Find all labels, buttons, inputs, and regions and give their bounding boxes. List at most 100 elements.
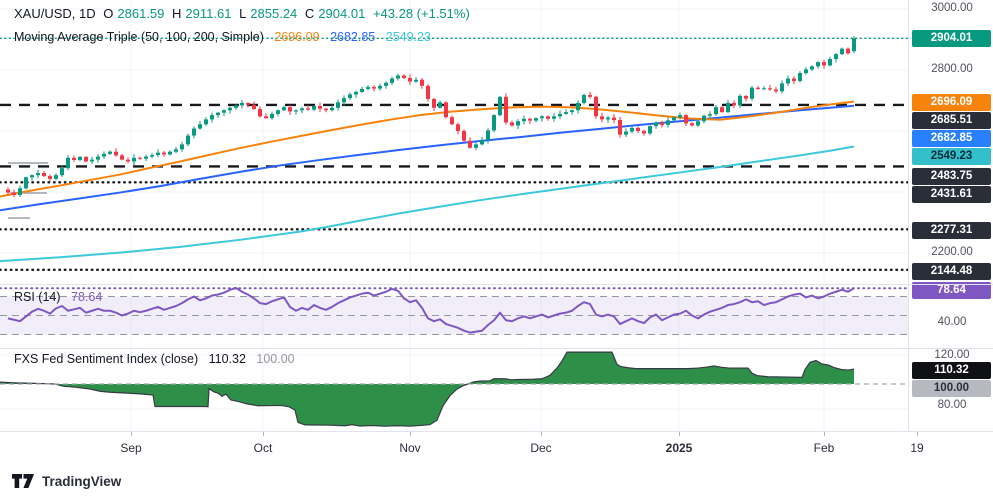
candle-body[interactable] [108, 152, 112, 154]
candle-body[interactable] [408, 78, 412, 82]
candle-body[interactable] [294, 110, 298, 111]
candle-body[interactable] [552, 116, 556, 118]
candle-body[interactable] [600, 116, 604, 119]
candle-body[interactable] [750, 88, 754, 99]
candle-body[interactable] [414, 80, 418, 82]
candle-body[interactable] [570, 110, 574, 112]
candle-body[interactable] [642, 131, 646, 133]
candle-body[interactable] [150, 155, 154, 157]
time-axis[interactable]: SepOctNovDec2025Feb19 [0, 431, 993, 463]
price-axis[interactable]: 3000.002800.002200.0040.00120.0080.00290… [908, 0, 993, 431]
candle-body[interactable] [276, 110, 280, 114]
candle-body[interactable] [42, 173, 46, 176]
candle-body[interactable] [624, 132, 628, 135]
candle-body[interactable] [84, 157, 88, 162]
candle-body[interactable] [396, 75, 400, 78]
candle-body[interactable] [540, 116, 544, 118]
candle-body[interactable] [792, 79, 796, 81]
candle-body[interactable] [768, 88, 772, 89]
candle-body[interactable] [48, 176, 52, 179]
candle-body[interactable] [18, 188, 22, 195]
candle-body[interactable] [546, 116, 550, 118]
candle-body[interactable] [528, 119, 532, 121]
candle-body[interactable] [384, 83, 388, 86]
candle-body[interactable] [96, 157, 100, 160]
candle-body[interactable] [684, 115, 688, 123]
candle-body[interactable] [534, 118, 538, 120]
candle-body[interactable] [498, 97, 502, 115]
candle-body[interactable] [162, 153, 166, 155]
rsi-label[interactable]: RSI (14) [14, 290, 61, 304]
candle-body[interactable] [252, 105, 256, 109]
candle-body[interactable] [126, 160, 130, 162]
symbol-title[interactable]: XAU/USD, 1D [14, 6, 96, 21]
candle-body[interactable] [816, 62, 820, 66]
candle-body[interactable] [480, 140, 484, 144]
candle-body[interactable] [102, 154, 106, 157]
candle-body[interactable] [708, 114, 712, 116]
candle-body[interactable] [666, 120, 670, 125]
candle-body[interactable] [240, 103, 244, 105]
candle-body[interactable] [120, 155, 124, 159]
candle-body[interactable] [6, 190, 10, 193]
candle-body[interactable] [336, 102, 340, 107]
candle-body[interactable] [234, 105, 238, 107]
candle-body[interactable] [168, 152, 172, 155]
candle-body[interactable] [744, 96, 748, 99]
candle-body[interactable] [612, 118, 616, 120]
candle-body[interactable] [30, 175, 34, 177]
candle-body[interactable] [306, 108, 310, 109]
candle-body[interactable] [702, 116, 706, 121]
candle-body[interactable] [210, 115, 214, 119]
pane-separator-rsi[interactable] [0, 284, 993, 285]
candle-body[interactable] [456, 124, 460, 131]
candle-body[interactable] [486, 130, 490, 140]
candle-body[interactable] [282, 107, 286, 110]
candle-body[interactable] [378, 86, 382, 89]
chart-plot-area[interactable] [0, 0, 908, 431]
candle-body[interactable] [810, 66, 814, 69]
candle-body[interactable] [510, 122, 514, 125]
candle-body[interactable] [840, 49, 844, 54]
candle-body[interactable] [762, 88, 766, 89]
candle-body[interactable] [360, 89, 364, 92]
candle-body[interactable] [594, 97, 598, 117]
candle-body[interactable] [270, 114, 274, 118]
candle-body[interactable] [180, 144, 184, 149]
candle-body[interactable] [156, 153, 160, 155]
candle-body[interactable] [696, 121, 700, 125]
candle-body[interactable] [342, 98, 346, 102]
candle-body[interactable] [222, 110, 226, 112]
candle-body[interactable] [354, 92, 358, 94]
candle-body[interactable] [648, 126, 652, 133]
candle-body[interactable] [198, 124, 202, 128]
candle-body[interactable] [828, 59, 832, 65]
candle-body[interactable] [606, 118, 610, 120]
candle-body[interactable] [450, 117, 454, 124]
candle-body[interactable] [786, 79, 790, 84]
candle-body[interactable] [438, 102, 442, 107]
candle-body[interactable] [522, 119, 526, 121]
candle-body[interactable] [720, 107, 724, 112]
candle-body[interactable] [144, 157, 148, 159]
candle-body[interactable] [66, 158, 70, 168]
candle-body[interactable] [732, 103, 736, 105]
candle-body[interactable] [492, 115, 496, 130]
candle-body[interactable] [564, 112, 568, 114]
candle-body[interactable] [738, 96, 742, 105]
candle-body[interactable] [324, 109, 328, 111]
candle-body[interactable] [246, 103, 250, 105]
candle-body[interactable] [90, 160, 94, 162]
candle-body[interactable] [216, 113, 220, 115]
candle-body[interactable] [258, 109, 262, 116]
candle-body[interactable] [174, 149, 178, 151]
sentiment-label[interactable]: FXS Fed Sentiment Index (close) [14, 352, 198, 366]
candle-body[interactable] [558, 114, 562, 116]
candle-body[interactable] [264, 116, 268, 118]
candle-body[interactable] [330, 108, 334, 110]
candle-body[interactable] [300, 108, 304, 110]
candle-body[interactable] [402, 75, 406, 77]
candle-body[interactable] [318, 106, 322, 109]
candle-body[interactable] [474, 144, 478, 147]
candle-body[interactable] [468, 141, 472, 148]
